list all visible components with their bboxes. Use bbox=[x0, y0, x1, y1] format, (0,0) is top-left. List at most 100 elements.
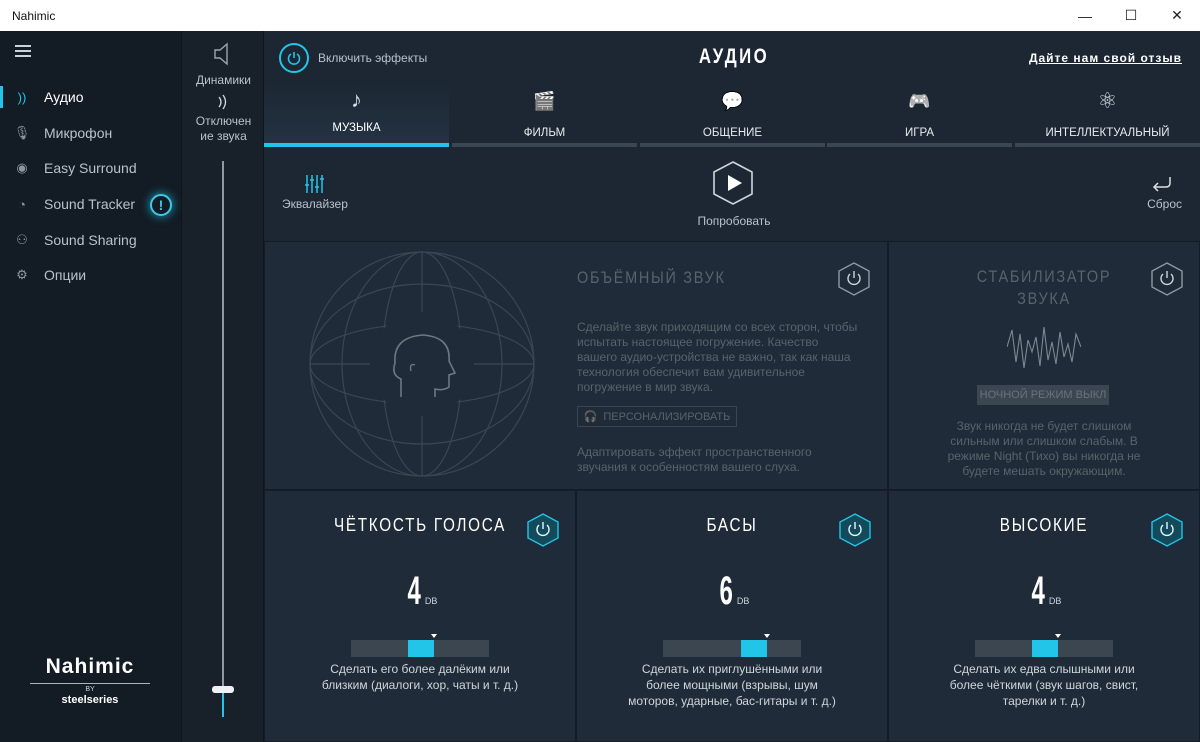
music-note-icon: ♪ bbox=[351, 87, 362, 112]
volume-slider[interactable] bbox=[222, 161, 224, 717]
surround-panel: ОБЪЁМНЫЙ ЗВУК Сделайте звук приходящим с… bbox=[264, 241, 888, 490]
sidebar-item-options[interactable]: ⚙ Опции bbox=[0, 260, 181, 290]
tracker-icon: ◔ bbox=[18, 196, 26, 212]
minimize-button[interactable]: — bbox=[1062, 0, 1108, 31]
surround-icon: ◉ bbox=[16, 160, 28, 175]
treble-description: Сделать их едва слышными или более чётким… bbox=[949, 662, 1139, 708]
treble-value: 4 DB bbox=[1031, 569, 1062, 613]
surround-description: Сделайте звук приходящим со всех сторон,… bbox=[577, 320, 858, 394]
chat-bubbles-icon: 💬 bbox=[721, 91, 744, 111]
page-title: АУДИО bbox=[698, 45, 770, 68]
equalizer-label[interactable]: Эквалайзер bbox=[282, 197, 348, 211]
main-area: Включить эффекты АУДИО Дайте нам свой от… bbox=[264, 31, 1200, 742]
tab-label: МУЗЫКА bbox=[332, 122, 381, 134]
sound-waves-icon: )) bbox=[17, 89, 27, 105]
tab-intelligent[interactable]: ⚛ ИНТЕЛЛЕКТУАЛЬНЫЙ bbox=[1015, 83, 1200, 147]
sidebar-item-sound-sharing[interactable]: ⚇ Sound Sharing bbox=[0, 225, 181, 255]
treble-slider[interactable] bbox=[975, 634, 1113, 657]
tab-label: ИГРА bbox=[904, 127, 935, 139]
power-icon bbox=[839, 513, 871, 547]
play-button[interactable] bbox=[712, 161, 754, 205]
device-column: Динамики Отключен ие звука bbox=[181, 31, 264, 742]
power-icon bbox=[1151, 513, 1183, 547]
voice-clarity-description: Сделать его более далёким или близким (ди… bbox=[321, 662, 519, 692]
clapperboard-icon: 🎬 bbox=[533, 91, 556, 111]
headphones-icon: 🎧 bbox=[583, 411, 598, 423]
hamburger-menu-icon[interactable] bbox=[15, 45, 31, 57]
bass-panel: БАСЫ 6 DB Сделать их приглушёнными или бол… bbox=[576, 490, 888, 742]
equalizer-icon[interactable] bbox=[304, 173, 326, 195]
reset-label[interactable]: Сброс bbox=[1147, 197, 1182, 211]
sidebar: )) Аудио 🎙 Микрофон ◉ Easy Surround ◔ So… bbox=[0, 31, 181, 742]
tab-film[interactable]: 🎬 ФИЛЬМ bbox=[452, 83, 637, 147]
surround-title: ОБЪЁМНЫЙ ЗВУК bbox=[577, 268, 726, 287]
sidebar-item-label: Микрофон bbox=[44, 125, 113, 141]
gear-icon: ⚙ bbox=[16, 267, 28, 282]
effects-label[interactable]: Включить эффекты bbox=[318, 51, 427, 65]
effects-power-button[interactable] bbox=[279, 43, 309, 73]
sidebar-item-microphone[interactable]: 🎙 Микрофон bbox=[0, 118, 181, 148]
maximize-button[interactable]: ☐ bbox=[1108, 0, 1154, 31]
power-icon bbox=[838, 262, 870, 296]
voice-clarity-slider[interactable] bbox=[351, 634, 489, 657]
tab-chat[interactable]: 💬 ОБЩЕНИЕ bbox=[640, 83, 825, 147]
surround-power-button[interactable] bbox=[838, 262, 870, 296]
sphere-head-icon bbox=[309, 251, 535, 477]
sound-waves-icon[interactable] bbox=[215, 93, 231, 111]
voice-clarity-title: ЧЁТКОСТЬ ГОЛОСА bbox=[333, 515, 507, 535]
logo-by: BY bbox=[85, 686, 95, 693]
sidebar-item-label: Sound Sharing bbox=[44, 232, 137, 248]
stabilizer-title: СТАБИЛИЗАТОР ЗВУКА bbox=[976, 267, 1112, 308]
bass-slider[interactable] bbox=[663, 634, 801, 657]
sidebar-item-easy-surround[interactable]: ◉ Easy Surround bbox=[0, 153, 181, 183]
bass-title: БАСЫ bbox=[706, 515, 758, 535]
treble-panel: ВЫСОКИЕ 4 DB Сделать их едва слышными или… bbox=[888, 490, 1200, 742]
mute-label[interactable]: Отключен ие звука bbox=[182, 114, 265, 144]
night-mode-button[interactable]: НОЧНОЙ РЕЖИМ ВЫКЛ bbox=[977, 385, 1109, 405]
bass-value: 6 DB bbox=[719, 569, 750, 613]
sidebar-item-label: Sound Tracker bbox=[44, 196, 136, 212]
tab-label: ИНТЕЛЛЕКТУАЛЬНЫЙ bbox=[1045, 127, 1170, 139]
power-icon bbox=[287, 52, 301, 65]
voice-clarity-panel: ЧЁТКОСТЬ ГОЛОСА 4 DB Сделать его более да… bbox=[264, 490, 576, 742]
personalize-button[interactable]: 🎧 ПЕРСОНАЛИЗИРОВАТЬ bbox=[577, 406, 737, 427]
microphone-icon: 🎙 bbox=[13, 125, 31, 140]
gamepad-icon: 🎮 bbox=[908, 91, 931, 111]
alert-icon[interactable]: ! bbox=[150, 194, 172, 216]
stabilizer-power-button[interactable] bbox=[1151, 262, 1183, 296]
close-button[interactable]: ✕ bbox=[1154, 0, 1200, 31]
logo-brand: Nahimic bbox=[45, 655, 135, 678]
try-label[interactable]: Попробовать bbox=[684, 214, 784, 228]
sidebar-item-label: Аудио bbox=[44, 89, 84, 105]
power-icon bbox=[527, 513, 559, 547]
speaker-icon[interactable] bbox=[212, 41, 234, 67]
treble-power-button[interactable] bbox=[1151, 513, 1183, 547]
stabilizer-description: Звук никогда не будет слишком сильным или… bbox=[947, 419, 1141, 478]
surround-adapt-text: Адаптировать эффект пространственного зву… bbox=[577, 445, 812, 474]
window-title: Nahimic bbox=[12, 8, 56, 23]
waveform-icon bbox=[1007, 326, 1081, 369]
atom-icon: ⚛ bbox=[1097, 88, 1118, 113]
bass-power-button[interactable] bbox=[839, 513, 871, 547]
nahimic-logo: Nahimic BY steelseries bbox=[30, 655, 150, 706]
tab-label: ФИЛЬМ bbox=[523, 127, 566, 139]
tab-music[interactable]: ♪ МУЗЫКА bbox=[264, 83, 449, 147]
sidebar-item-label: Easy Surround bbox=[44, 160, 137, 176]
voice-clarity-power-button[interactable] bbox=[527, 513, 559, 547]
power-icon bbox=[1151, 262, 1183, 296]
profile-tabs: ♪ МУЗЫКА 🎬 ФИЛЬМ 💬 ОБЩЕНИЕ 🎮 ИГРА ⚛ ИНТЕ… bbox=[264, 83, 1200, 147]
sharing-icon: ⚇ bbox=[16, 232, 28, 247]
tab-label: ОБЩЕНИЕ bbox=[702, 127, 763, 139]
stabilizer-panel: СТАБИЛИЗАТОР ЗВУКА НОЧНОЙ РЕЖИМ ВЫКЛ Звук… bbox=[888, 241, 1200, 490]
sidebar-item-audio[interactable]: )) Аудио bbox=[0, 82, 181, 112]
speakers-label[interactable]: Динамики bbox=[182, 73, 265, 88]
tool-row: Эквалайзер Попробовать Сброс bbox=[264, 151, 1200, 239]
feedback-link[interactable]: Дайте нам свой отзыв bbox=[1029, 51, 1182, 65]
treble-title: ВЫСОКИЕ bbox=[999, 515, 1089, 535]
reset-icon[interactable] bbox=[1150, 175, 1172, 193]
bass-description: Сделать их приглушёнными или более мощным… bbox=[628, 662, 836, 708]
volume-slider-thumb[interactable] bbox=[212, 686, 234, 693]
logo-partner: steelseries bbox=[61, 694, 119, 706]
sidebar-item-label: Опции bbox=[44, 267, 87, 283]
tab-game[interactable]: 🎮 ИГРА bbox=[827, 83, 1012, 147]
